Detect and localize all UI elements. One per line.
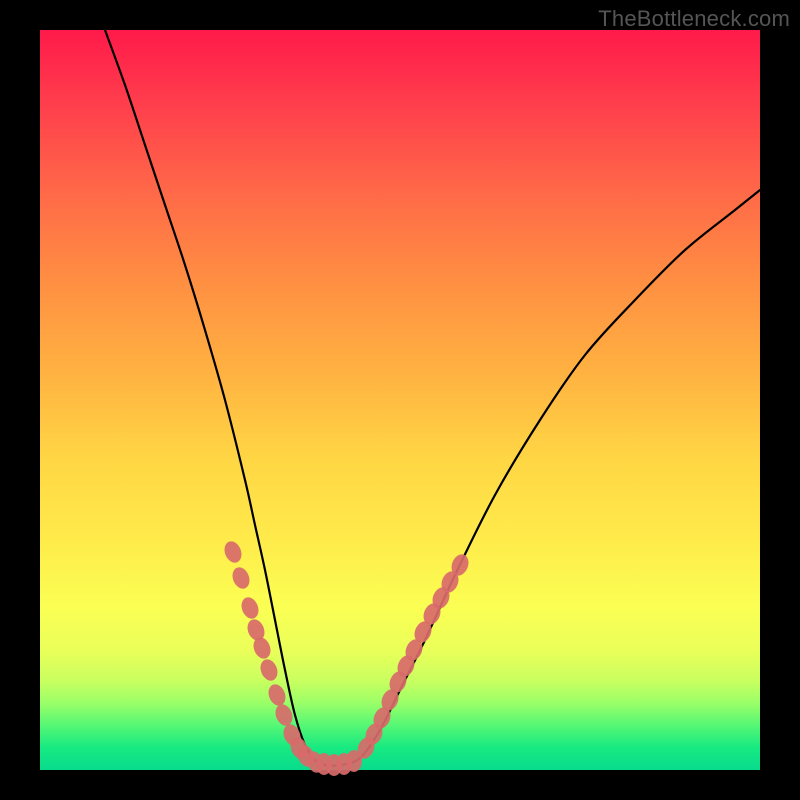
curve-layer: [105, 30, 760, 766]
bottleneck-curve: [105, 30, 760, 766]
plot-area: [40, 30, 760, 770]
marker-dot: [229, 565, 252, 591]
marker-dot: [238, 595, 261, 621]
chart-svg: [40, 30, 760, 770]
chart-frame: TheBottleneck.com: [0, 0, 800, 800]
marker-dot: [257, 657, 280, 683]
marker-dot: [265, 682, 288, 708]
marker-dot: [221, 539, 244, 565]
markers-layer: [221, 539, 471, 776]
watermark-text: TheBottleneck.com: [598, 6, 790, 32]
